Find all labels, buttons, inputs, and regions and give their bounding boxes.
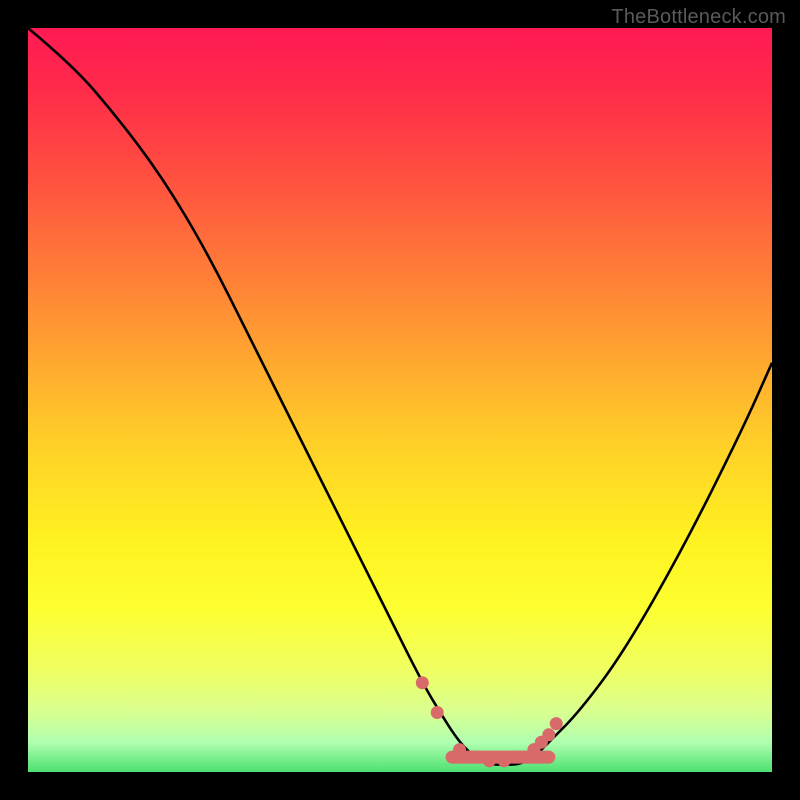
- curve-marker-dot: [416, 676, 429, 689]
- curve-marker-dot: [513, 751, 526, 764]
- curve-marker-dot: [542, 728, 555, 741]
- gradient-plot-area: [28, 28, 772, 772]
- curve-marker-dot: [431, 706, 444, 719]
- curve-marker-dot: [550, 717, 563, 730]
- curve-marker-dot: [453, 743, 466, 756]
- curve-marker-dot: [483, 754, 496, 767]
- curve-layer: [28, 28, 772, 772]
- curve-marker-dot: [498, 754, 511, 767]
- watermark-text: TheBottleneck.com: [611, 6, 786, 29]
- bottleneck-curve: [28, 28, 772, 765]
- curve-marker-dot: [468, 751, 481, 764]
